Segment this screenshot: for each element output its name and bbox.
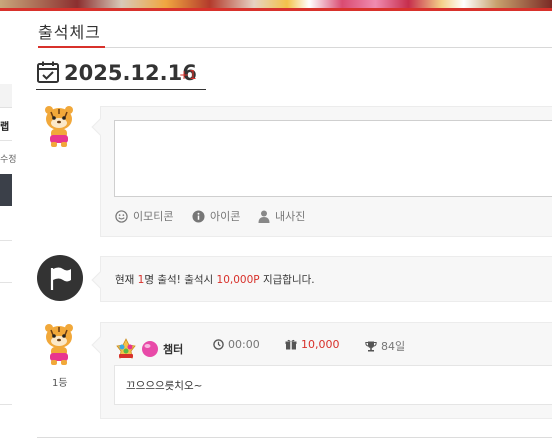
sidebar-divider (0, 282, 12, 283)
sidebar-item-1[interactable]: 랩 (0, 118, 9, 133)
clock-icon (213, 339, 224, 350)
top-banner (0, 0, 552, 12)
flag-icon (50, 267, 71, 290)
info-icon (192, 209, 205, 223)
reward-points: 10,000P (216, 274, 260, 286)
notice-text: 현재 1명 출석! 출석시 10,000P 지급합니다. (115, 274, 315, 286)
sidebar-divider (0, 240, 12, 241)
smile-icon (115, 209, 128, 223)
entry-time: 00:00 (213, 338, 260, 351)
banner-image-strip (0, 0, 552, 8)
sidebar-divider (0, 140, 12, 141)
consecutive-days: 84일 (381, 340, 406, 353)
date-header: 2025.12.16 +1 (36, 60, 206, 90)
icon-button[interactable]: 아이콘 (192, 208, 240, 224)
flag-avatar (37, 255, 83, 301)
emoticon-button[interactable]: 이모티콘 (115, 208, 173, 224)
entry-days: 84일 (365, 338, 405, 354)
user-icon (258, 210, 270, 223)
sidebar-divider (0, 404, 12, 405)
tiger-avatar (42, 106, 76, 152)
rank-label: 1등 (52, 378, 68, 389)
trophy-icon (365, 341, 377, 351)
page-title: 출석체크 (38, 23, 101, 42)
level-badge-icon (116, 338, 136, 359)
banner-accent-line (0, 8, 552, 11)
sidebar-item-2[interactable]: 수정 (0, 152, 17, 165)
nickname: 챔터 (163, 343, 184, 356)
calendar-check-icon (37, 61, 59, 83)
title-divider (105, 47, 552, 48)
pink-ball-icon (142, 341, 158, 357)
title-underline (38, 46, 105, 48)
photo-label: 내사진 (275, 210, 306, 223)
left-sidebar: 랩 수정 (0, 12, 17, 444)
emoticon-label: 이모티콘 (133, 210, 174, 223)
date-count-badge: +1 (179, 68, 197, 82)
date-value: 2025.12.16 (64, 61, 197, 85)
sidebar-dark-block (0, 174, 12, 206)
icon-label: 아이콘 (210, 210, 241, 223)
tiger-avatar (42, 324, 76, 370)
earned-points: 10,000 (301, 338, 340, 351)
photo-button[interactable]: 내사진 (258, 208, 305, 224)
bottom-divider (37, 437, 552, 438)
sidebar-header-bar (0, 84, 12, 108)
entry-user[interactable]: 챔터 (115, 338, 183, 360)
entry-points: 10,000 (285, 338, 340, 351)
entry-message: 끄으으으릇치오~ (126, 380, 203, 392)
attendance-time: 00:00 (228, 338, 260, 351)
gift-icon (285, 339, 297, 350)
comment-input[interactable] (114, 120, 552, 197)
